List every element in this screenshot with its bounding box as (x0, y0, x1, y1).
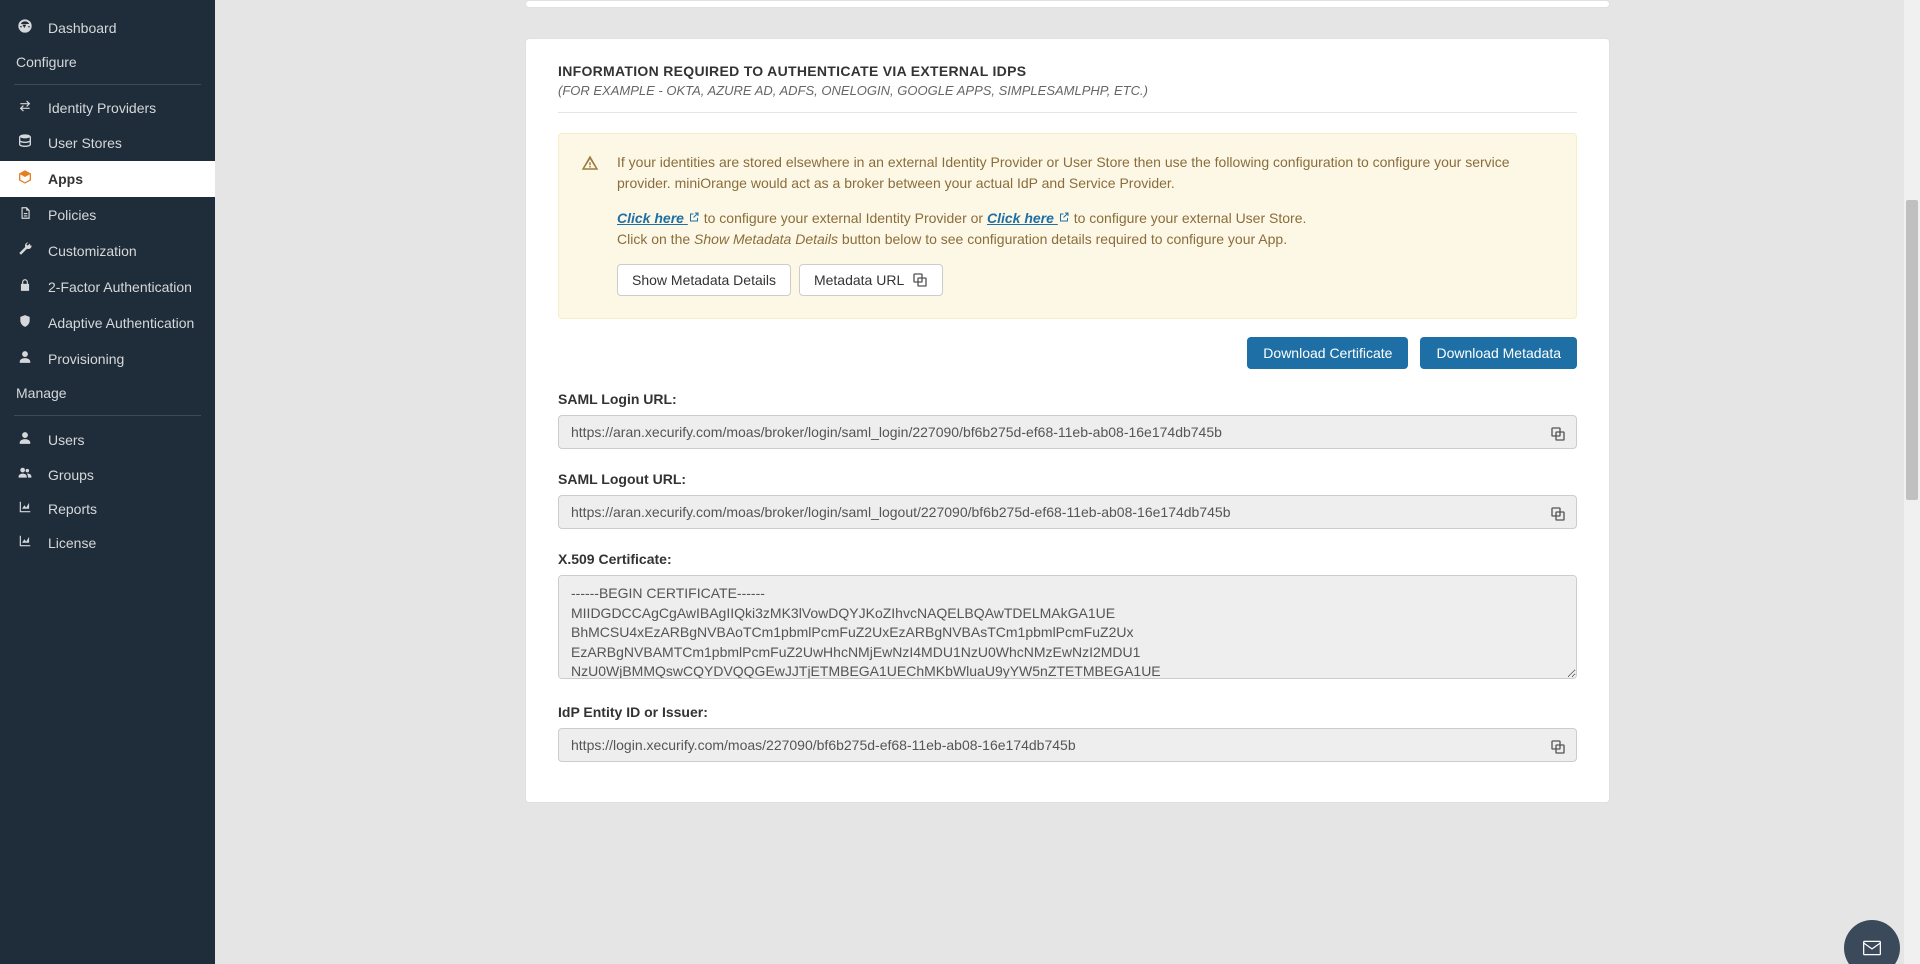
panel-subtitle: (FOR EXAMPLE - OKTA, AZURE AD, ADFS, ONE… (558, 83, 1577, 98)
info-alert: If your identities are stored elsewhere … (558, 133, 1577, 319)
dashboard-icon (16, 18, 34, 38)
database-icon (16, 133, 34, 153)
mail-icon (1858, 938, 1886, 958)
sidebar-item-provisioning[interactable]: Provisioning (0, 341, 215, 377)
saml-logout-label: SAML Logout URL: (558, 471, 1577, 487)
sidebar-section-configure: Configure (0, 46, 215, 78)
sidebar-item-policies[interactable]: Policies (0, 197, 215, 233)
sidebar-item-label: Customization (48, 243, 137, 259)
saml-login-input[interactable] (558, 415, 1577, 449)
configure-idp-link[interactable]: Click here (617, 210, 700, 226)
issuer-label: IdP Entity ID or Issuer: (558, 704, 1577, 720)
sidebar-item-label: Identity Providers (48, 100, 156, 116)
metadata-url-button[interactable]: Metadata URL (799, 264, 943, 296)
sidebar-item-label: Groups (48, 467, 94, 483)
wrench-icon (16, 241, 34, 261)
lock-icon (16, 277, 34, 297)
scrollbar-thumb[interactable] (1906, 200, 1918, 500)
copy-issuer-button[interactable] (1545, 734, 1571, 760)
warning-icon (581, 152, 599, 296)
copy-saml-login-button[interactable] (1545, 421, 1571, 447)
alert-line1: If your identities are stored elsewhere … (617, 152, 1554, 194)
users-icon (16, 466, 34, 484)
sidebar-item-2fa[interactable]: 2-Factor Authentication (0, 269, 215, 305)
sidebar-item-identity-providers[interactable]: Identity Providers (0, 91, 215, 125)
show-metadata-button[interactable]: Show Metadata Details (617, 264, 791, 296)
swap-icon (16, 99, 34, 117)
sidebar-item-label: Reports (48, 501, 97, 517)
sidebar-item-user-stores[interactable]: User Stores (0, 125, 215, 161)
panel-title: INFORMATION REQUIRED TO AUTHENTICATE VIA… (558, 63, 1577, 79)
download-metadata-button[interactable]: Download Metadata (1420, 337, 1577, 369)
document-icon (16, 205, 34, 225)
copy-saml-logout-button[interactable] (1545, 501, 1571, 527)
sidebar-item-adaptive-auth[interactable]: Adaptive Authentication (0, 305, 215, 341)
user-icon (16, 349, 34, 369)
configure-userstore-link[interactable]: Click here (987, 210, 1070, 226)
external-idp-panel: INFORMATION REQUIRED TO AUTHENTICATE VIA… (525, 38, 1610, 803)
certificate-label: X.509 Certificate: (558, 551, 1577, 567)
copy-icon (1550, 739, 1566, 755)
certificate-textarea[interactable]: ------BEGIN CERTIFICATE------ MIIDGDCCAg… (558, 575, 1577, 679)
sidebar-item-license[interactable]: License (0, 526, 215, 560)
panel-top-sliver (525, 0, 1610, 8)
saml-logout-input[interactable] (558, 495, 1577, 529)
copy-icon (1550, 506, 1566, 522)
sidebar: Dashboard Configure Identity Providers U… (0, 0, 215, 964)
chart-icon (16, 534, 34, 552)
copy-icon (912, 272, 928, 288)
chart-icon (16, 500, 34, 518)
download-certificate-button[interactable]: Download Certificate (1247, 337, 1408, 369)
sidebar-item-apps[interactable]: Apps (0, 161, 215, 197)
sidebar-item-label: User Stores (48, 135, 122, 151)
sidebar-item-label: Adaptive Authentication (48, 315, 194, 331)
sidebar-item-label: Policies (48, 207, 96, 223)
sidebar-item-users[interactable]: Users (0, 422, 215, 458)
sidebar-item-label: Users (48, 432, 85, 448)
sidebar-item-label: Dashboard (48, 20, 117, 36)
sidebar-item-label: Apps (48, 171, 83, 187)
issuer-input[interactable] (558, 728, 1577, 762)
saml-login-label: SAML Login URL: (558, 391, 1577, 407)
main-content: INFORMATION REQUIRED TO AUTHENTICATE VIA… (215, 0, 1920, 964)
cube-icon (16, 169, 34, 189)
shield-icon (16, 313, 34, 333)
sidebar-item-reports[interactable]: Reports (0, 492, 215, 526)
alert-line2: Click here to configure your external Id… (617, 208, 1554, 250)
user-icon (16, 430, 34, 450)
sidebar-item-groups[interactable]: Groups (0, 458, 215, 492)
sidebar-item-label: 2-Factor Authentication (48, 279, 192, 295)
copy-icon (1550, 426, 1566, 442)
sidebar-section-manage: Manage (0, 377, 215, 409)
sidebar-item-label: Provisioning (48, 351, 124, 367)
sidebar-item-label: License (48, 535, 96, 551)
sidebar-item-customization[interactable]: Customization (0, 233, 215, 269)
sidebar-item-dashboard[interactable]: Dashboard (0, 10, 215, 46)
scrollbar-track[interactable] (1904, 0, 1920, 964)
